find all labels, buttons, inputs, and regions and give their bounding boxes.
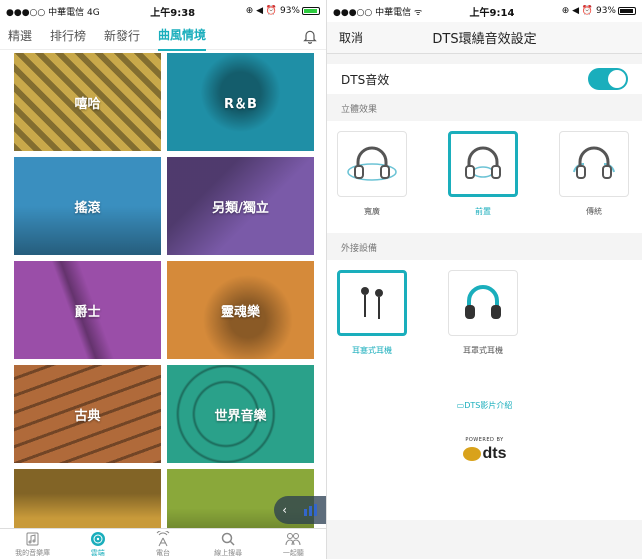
genre-label: 世界音樂 [214, 408, 267, 424]
genre-label: 靈魂樂 [220, 304, 260, 320]
tab-genres[interactable]: 曲風情境 [158, 20, 207, 51]
option-label: 寬廣 [364, 207, 380, 216]
carrier-label: ●●●○○ 中華電信 4G [6, 7, 100, 18]
option-box [337, 270, 407, 336]
headphones-front-icon [465, 146, 501, 179]
stereo-options-panel: 寬廣 前置 傳統 [327, 121, 642, 233]
status-bar: ●●●○○ 中華電信 ᯤ 上午9:14 ⊕ ◀ ⏰ 93% [327, 0, 642, 22]
genre-artwork [14, 469, 161, 528]
genre-tile-classical[interactable]: 古典 [14, 365, 161, 463]
earbuds-icon [361, 287, 383, 319]
radio-icon [156, 531, 170, 547]
dts-video-link-label: DTS影片介紹 [464, 401, 513, 410]
tab-charts[interactable]: 排行榜 [50, 21, 86, 50]
bottom-nav: 我的音樂庫 雲端 電台 線上搜尋 一起聽 [0, 528, 326, 559]
battery-icon [301, 6, 320, 15]
option-box [559, 131, 629, 197]
overear-headphones-icon [465, 285, 501, 319]
section-stereo-header: 立體效果 [341, 105, 378, 115]
device-option-earbuds[interactable]: 耳塞式耳機 [337, 270, 407, 356]
status-time: 上午9:38 [150, 7, 196, 19]
nav-cloud[interactable]: 雲端 [68, 531, 128, 558]
bell-icon[interactable] [302, 28, 318, 44]
status-right: ⊕ ◀ ⏰ 93% [246, 6, 320, 16]
stereo-option-traditional[interactable]: 傳統 [559, 131, 629, 217]
genre-tile-alternative[interactable]: 另類/獨立 [167, 157, 314, 255]
equalizer-icon [303, 504, 317, 516]
tab-featured[interactable]: 精選 [8, 21, 32, 50]
option-label: 前置 [475, 207, 491, 216]
option-label: 耳塞式耳機 [352, 346, 392, 355]
option-box [448, 270, 518, 336]
carrier-label: ●●●○○ 中華電信 ᯤ [333, 7, 423, 18]
genre-label: 嘻哈 [74, 96, 101, 112]
page-title: DTS環繞音效設定 [432, 32, 537, 47]
nav-label: 線上搜尋 [214, 549, 243, 557]
dts-toggle-row: DTS音效 [327, 64, 642, 94]
stereo-option-front[interactable]: 前置 [448, 131, 518, 217]
nav-label: 我的音樂庫 [15, 549, 51, 557]
listen-together-icon [285, 533, 301, 546]
genre-tile-soul[interactable]: 靈魂樂 [167, 261, 314, 359]
dts-logo-disc [462, 446, 481, 461]
genre-tile-jazz[interactable]: 爵士 [14, 261, 161, 359]
option-label: 傳統 [586, 207, 602, 216]
option-box [337, 131, 407, 197]
status-right: ⊕ ◀ ⏰ 93% [562, 6, 636, 16]
genre-tile-country[interactable]: 鄉村 [14, 469, 161, 528]
genre-label: 另類/獨立 [212, 200, 269, 216]
genre-label: 古典 [74, 408, 101, 424]
nav-radio[interactable]: 電台 [133, 531, 193, 558]
nav-label: 雲端 [90, 549, 105, 557]
dts-logo-text: dts [482, 445, 507, 462]
music-app-screen: ●●●○○ 中華電信 4G 上午9:38 ⊕ ◀ ⏰ 93% 精選 排行榜 新發… [0, 0, 326, 559]
dts-logo: dts [327, 445, 642, 463]
genre-label: 搖滾 [74, 200, 101, 216]
status-time: 上午9:14 [469, 7, 515, 19]
device-options-panel: 耳塞式耳機 耳罩式耳機 ▭DTS影片介紹 POWERED BY dts [327, 260, 642, 520]
disc-icon [90, 532, 105, 546]
status-bar: ●●●○○ 中華電信 4G 上午9:38 ⊕ ◀ ⏰ 93% [0, 0, 326, 22]
dts-video-link[interactable]: ▭DTS影片介紹 [327, 400, 642, 411]
section-device-header: 外接設備 [341, 244, 378, 254]
powered-by-label: POWERED BY [465, 437, 504, 443]
battery-icon [617, 6, 636, 15]
nav-bar: 取消 DTS環繞音效設定 [327, 22, 642, 54]
genre-grid: 嘻哈 R＆B 搖滾 另類/獨立 爵士 靈魂樂 古典 世界音樂 [14, 53, 318, 528]
dts-label: DTS音效 [341, 72, 390, 87]
genre-tile-rnb[interactable]: R＆B [167, 53, 314, 151]
nav-label: 一起聽 [282, 549, 304, 557]
nav-music-library[interactable]: 我的音樂庫 [3, 531, 63, 558]
genre-tile-world[interactable]: 世界音樂 [167, 365, 314, 463]
chevron-left-icon: ‹ [282, 503, 288, 517]
dts-settings-screen: ●●●○○ 中華電信 ᯤ 上午9:14 ⊕ ◀ ⏰ 93% 取消 DTS環繞音效… [326, 0, 642, 559]
cancel-button[interactable]: 取消 [339, 29, 399, 46]
dts-toggle[interactable] [588, 68, 628, 90]
top-tabs: 精選 排行榜 新發行 曲風情境 [0, 20, 326, 51]
tab-new-releases[interactable]: 新發行 [104, 21, 140, 50]
genre-tile-rock[interactable]: 搖滾 [14, 157, 161, 255]
headphones-wide-icon [347, 146, 397, 181]
mini-player-tab[interactable]: ‹ [274, 496, 326, 524]
stereo-option-wide[interactable]: 寬廣 [337, 131, 407, 217]
nav-label: 電台 [155, 549, 170, 557]
headphones-traditional-icon [573, 146, 615, 179]
option-box [448, 131, 518, 197]
nav-listen-together[interactable]: 一起聽 [263, 531, 323, 558]
search-icon [221, 532, 235, 546]
genre-tile-hiphop[interactable]: 嘻哈 [14, 53, 161, 151]
option-label: 耳罩式耳機 [463, 346, 503, 355]
genre-label: R＆B [224, 96, 257, 112]
genre-label: 爵士 [74, 304, 101, 320]
music-library-icon [26, 532, 39, 546]
nav-search[interactable]: 線上搜尋 [198, 531, 258, 558]
device-option-overear[interactable]: 耳罩式耳機 [448, 270, 518, 356]
